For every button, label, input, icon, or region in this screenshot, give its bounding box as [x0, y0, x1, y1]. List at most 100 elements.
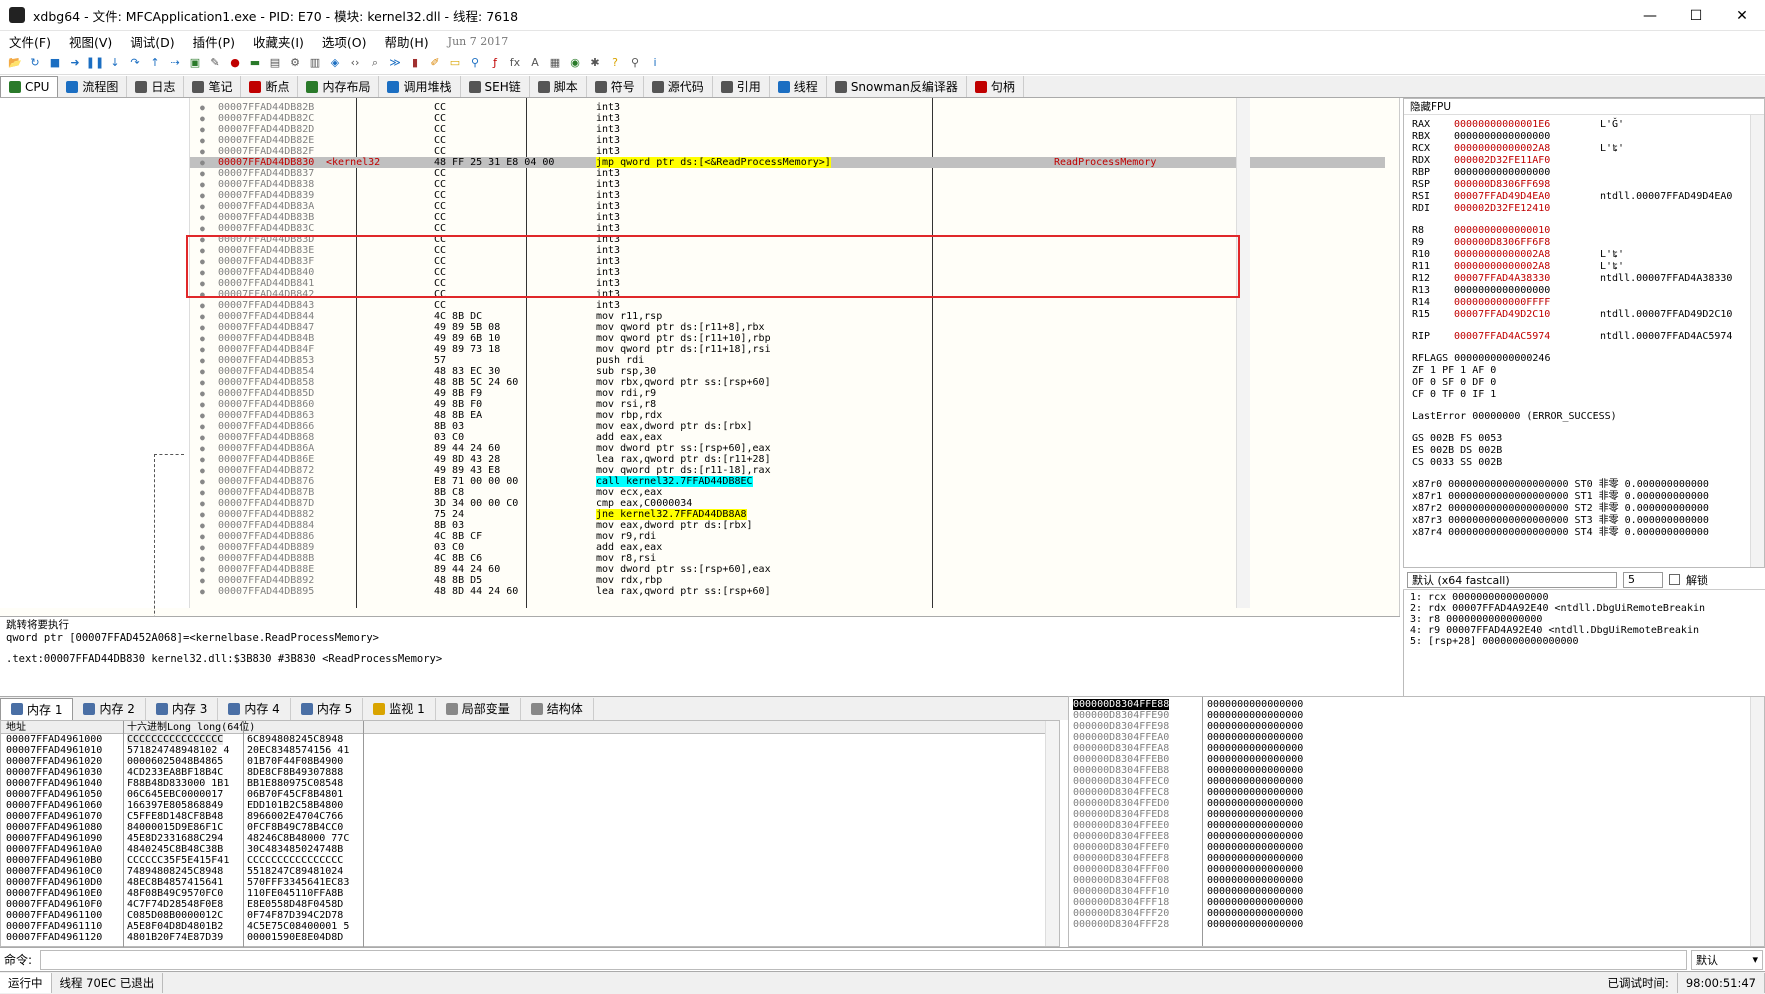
disasm-row[interactable]: ● 00007FFAD44DB85D 49 8B F9 mov rdi,r9 [190, 388, 1385, 399]
register-row[interactable]: RSI 00007FFAD49D4EA0 ntdll.00007FFAD49D4EA… [1404, 191, 1764, 203]
register-row[interactable]: R13 0000000000000000 [1404, 285, 1764, 297]
breakpoint-dot[interactable]: ● [200, 487, 205, 498]
close-button[interactable]: ✕ [1719, 0, 1765, 31]
disasm-row[interactable]: ● 00007FFAD44DB88E 89 44 24 60 mov dword pt… [190, 564, 1385, 575]
disasm-row[interactable]: ● 00007FFAD44DB843 CC int3 [190, 300, 1385, 311]
tab-memory-3[interactable]: 内存 3 [146, 697, 219, 720]
stack-row[interactable]: 000000D8304FFED8 0000000000000000 [1069, 809, 1764, 820]
breakpoint-dot[interactable]: ● [200, 454, 205, 465]
hide-fpu-toggle[interactable]: 隐藏FPU [1404, 99, 1764, 115]
register-value[interactable]: 00007FFAD49D4EA0 [1454, 191, 1550, 203]
breakpoint-dot[interactable]: ● [200, 256, 205, 267]
breakpoint-dot[interactable]: ● [200, 520, 205, 531]
cheat-icon[interactable]: ⚲ [626, 54, 644, 72]
breakpoint-dot[interactable]: ● [200, 234, 205, 245]
dump-row[interactable]: 00007FFAD4961050 06C645EBC0000017 06B70F45… [1, 789, 1059, 800]
dump-row[interactable]: 00007FFAD4961040 F88B48D833000 1B1 BB1E880… [1, 778, 1059, 789]
breakpoint-dot[interactable]: ● [200, 421, 205, 432]
stack-row[interactable]: 000000D8304FFF00 0000000000000000 [1069, 864, 1764, 875]
breakpoint-dot[interactable]: ● [200, 509, 205, 520]
tab-log[interactable]: 日志 [127, 76, 185, 97]
disasm-row[interactable]: ● 00007FFAD44DB830 <kernel32 48 FF 25 31 E8… [190, 157, 1385, 168]
breakpoint-dot[interactable]: ● [200, 388, 205, 399]
register-row[interactable]: RSP 000000D8306FF698 [1404, 179, 1764, 191]
stack-row[interactable]: 000000D8304FFF28 0000000000000000 [1069, 919, 1764, 930]
disasm-row[interactable]: ● 00007FFAD44DB838 CC int3 [190, 179, 1385, 190]
callstack-icon[interactable]: ▤ [266, 54, 284, 72]
tab-references[interactable]: 引用 [712, 76, 770, 97]
tab-handles[interactable]: 句柄 [966, 76, 1024, 97]
breakpoint-dot[interactable]: ● [200, 267, 205, 278]
breakpoint-dot[interactable]: ● [200, 190, 205, 201]
register-value[interactable]: 00007FFAD4AC5974 [1454, 331, 1550, 343]
breakpoint-dot[interactable]: ● [200, 322, 205, 333]
disasm-row[interactable]: ● 00007FFAD44DB82F CC int3 [190, 146, 1385, 157]
strings-icon[interactable]: A [526, 54, 544, 72]
disasm-row[interactable]: ● 00007FFAD44DB868 03 C0 add eax,eax [190, 432, 1385, 443]
disasm-row[interactable]: ● 00007FFAD44DB82D CC int3 [190, 124, 1385, 135]
disasm-row[interactable]: ● 00007FFAD44DB82B CC int3 [190, 102, 1385, 113]
breakpoint-dot[interactable]: ● [200, 410, 205, 421]
breakpoint-dot[interactable]: ● [200, 377, 205, 388]
disassembly-view[interactable]: ● 00007FFAD44DB82B CC int3 ● 00007FFAD44DB82C… [0, 98, 1400, 644]
disasm-row[interactable]: ● 00007FFAD44DB83F CC int3 [190, 256, 1385, 267]
execute-till-return-icon[interactable]: ↑ [146, 54, 164, 72]
breakpoint-dot[interactable]: ● [200, 476, 205, 487]
function-icon[interactable]: ƒ [486, 54, 504, 72]
breakpoint-dot[interactable]: ● [200, 399, 205, 410]
register-row[interactable]: RIP 00007FFAD4AC5974 ntdll.00007FFAD4AC597… [1404, 331, 1764, 343]
memory-map-icon[interactable]: ▬ [246, 54, 264, 72]
breakpoint-dot[interactable]: ● [200, 212, 205, 223]
menu-item[interactable]: 收藏夹(I) [244, 32, 313, 51]
dump-row[interactable]: 00007FFAD49610D0 48EC8B4857415641 570FFF33… [1, 877, 1059, 888]
dump-row[interactable]: 00007FFAD49610E0 48F08B49C9570FC0 110FE045… [1, 888, 1059, 899]
menu-item[interactable]: 选项(O) [313, 32, 376, 51]
argument-row[interactable]: 1: rcx 0000000000000000 [1410, 592, 1759, 603]
bookmark-icon[interactable]: ⚲ [466, 54, 484, 72]
register-row[interactable]: R8 0000000000000010 [1404, 225, 1764, 237]
disasm-row[interactable]: ● 00007FFAD44DB841 CC int3 [190, 278, 1385, 289]
tab-memory-2[interactable]: 内存 2 [73, 697, 146, 720]
disasm-row[interactable]: ● 00007FFAD44DB872 49 89 43 E8 mov qword pt… [190, 465, 1385, 476]
tab-seh[interactable]: SEH链 [460, 76, 530, 97]
threads-icon[interactable]: ≫ [386, 54, 404, 72]
disasm-row[interactable]: ● 00007FFAD44DB866 8B 03 mov eax,dword ptr … [190, 421, 1385, 432]
registers-panel[interactable]: 隐藏FPU RAX 00000000000001E6 L'Ǧ' RBX 00000000… [1403, 98, 1765, 568]
stack-row[interactable]: 000000D8304FFEF0 0000000000000000 [1069, 842, 1764, 853]
dump-row[interactable]: 00007FFAD49610C0 74894808245C8948 5518247C… [1, 866, 1059, 877]
register-value[interactable]: 00007FFAD4A38330 [1454, 273, 1550, 285]
stop-icon[interactable]: ■ [46, 54, 64, 72]
disasm-row[interactable]: ● 00007FFAD44DB837 CC int3 [190, 168, 1385, 179]
breakpoint-dot[interactable]: ● [200, 465, 205, 476]
label-icon[interactable]: ▭ [446, 54, 464, 72]
disasm-row[interactable]: ● 00007FFAD44DB889 03 C0 add eax,eax [190, 542, 1385, 553]
register-value[interactable]: 00000000000002A8 [1454, 261, 1550, 273]
disasm-row[interactable]: ● 00007FFAD44DB854 48 83 EC 30 sub rsp,30 [190, 366, 1385, 377]
stack-row[interactable]: 000000D8304FFEA8 0000000000000000 [1069, 743, 1764, 754]
register-value[interactable]: 0000000000000010 [1454, 225, 1550, 237]
disasm-row[interactable]: ● 00007FFAD44DB84F 49 89 73 18 mov qword pt… [190, 344, 1385, 355]
breakpoint-dot[interactable]: ● [200, 432, 205, 443]
stack-scrollbar[interactable] [1750, 697, 1764, 946]
register-row[interactable]: R10 00000000000002A8 L'ʨ' [1404, 249, 1764, 261]
calculator-icon[interactable]: ▦ [546, 54, 564, 72]
breakpoint-dot[interactable]: ● [200, 553, 205, 564]
run-icon[interactable]: ➜ [66, 54, 84, 72]
breakpoint-dot[interactable]: ● [200, 333, 205, 344]
tab-breakpoint[interactable]: 断点 [241, 76, 299, 97]
breakpoint-dot[interactable]: ● [200, 157, 205, 168]
disasm-row[interactable]: ● 00007FFAD44DB839 CC int3 [190, 190, 1385, 201]
restart-icon[interactable]: ↻ [26, 54, 44, 72]
settings-icon[interactable]: ✱ [586, 54, 604, 72]
stack-view[interactable]: 000000D8304FFE88 0000000000000000 000000D8… [1068, 696, 1765, 947]
tab-watch-6[interactable]: 监视 1 [363, 697, 436, 720]
disasm-row[interactable]: ● 00007FFAD44DB82E CC int3 [190, 135, 1385, 146]
breakpoint-icon[interactable]: ● [226, 54, 244, 72]
breakpoint-dot[interactable]: ● [200, 135, 205, 146]
register-value[interactable]: 0000000000000000 [1454, 285, 1550, 297]
disasm-row[interactable]: ● 00007FFAD44DB88B 4C 8B C6 mov r8,rsi [190, 553, 1385, 564]
stack-row[interactable]: 000000D8304FFEC8 0000000000000000 [1069, 787, 1764, 798]
breakpoint-dot[interactable]: ● [200, 102, 205, 113]
stack-row[interactable]: 000000D8304FFEB8 0000000000000000 [1069, 765, 1764, 776]
register-row[interactable]: R11 00000000000002A8 L'ʨ' [1404, 261, 1764, 273]
